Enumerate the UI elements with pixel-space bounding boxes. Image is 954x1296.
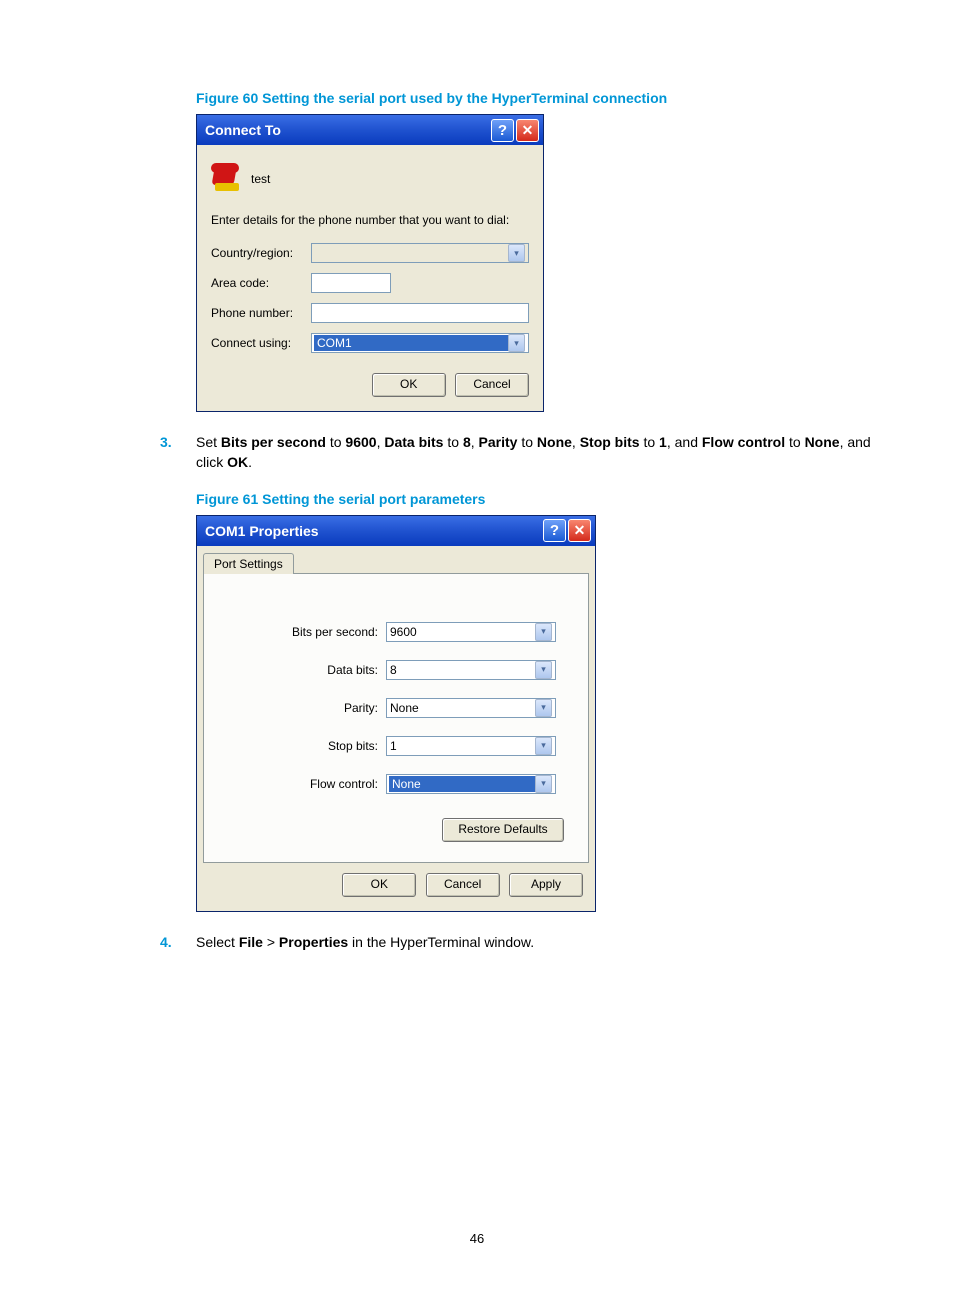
bps-label: Bits per second: <box>228 625 386 639</box>
chevron-down-icon: ▾ <box>535 661 552 679</box>
apply-button[interactable]: Apply <box>509 873 583 897</box>
cancel-button[interactable]: Cancel <box>426 873 500 897</box>
chevron-down-icon: ▾ <box>535 699 552 717</box>
country-combo[interactable]: ▾ <box>311 243 529 263</box>
chevron-down-icon: ▾ <box>508 334 525 352</box>
ok-button[interactable]: OK <box>372 373 446 397</box>
phone-icon <box>211 163 243 195</box>
close-button[interactable]: ✕ <box>568 519 591 542</box>
connect-to-dialog: Connect To ? ✕ test Enter details for th… <box>196 114 544 412</box>
connect-using-combo[interactable]: COM1 ▾ <box>311 333 529 353</box>
connect-to-titlebar: Connect To ? ✕ <box>197 115 543 145</box>
connect-to-instruction: Enter details for the phone number that … <box>211 213 529 227</box>
chevron-down-icon: ▾ <box>535 623 552 641</box>
area-code-input[interactable] <box>311 273 391 293</box>
phone-number-input[interactable] <box>311 303 529 323</box>
databits-label: Data bits: <box>228 663 386 677</box>
page-number: 46 <box>0 1231 954 1246</box>
port-settings-pane: Bits per second: 9600▾ Data bits: 8▾ Par… <box>203 573 589 863</box>
parity-label: Parity: <box>228 701 386 715</box>
step-4-text: Select File > Properties in the HyperTer… <box>196 932 874 952</box>
stopbits-label: Stop bits: <box>228 739 386 753</box>
connection-name: test <box>251 172 270 186</box>
flow-label: Flow control: <box>228 777 386 791</box>
flow-combo[interactable]: None▾ <box>386 774 556 794</box>
com1-title: COM1 Properties <box>205 523 541 539</box>
parity-combo[interactable]: None▾ <box>386 698 556 718</box>
country-label: Country/region: <box>211 246 311 260</box>
databits-combo[interactable]: 8▾ <box>386 660 556 680</box>
com1-properties-dialog: COM1 Properties ? ✕ Port Settings Bits p… <box>196 515 596 912</box>
bps-combo[interactable]: 9600▾ <box>386 622 556 642</box>
chevron-down-icon: ▾ <box>535 737 552 755</box>
area-code-label: Area code: <box>211 276 311 290</box>
figure-61-caption: Figure 61 Setting the serial port parame… <box>196 491 874 507</box>
step-4-number: 4. <box>160 932 196 952</box>
ok-button[interactable]: OK <box>342 873 416 897</box>
connect-to-title: Connect To <box>205 122 489 138</box>
com1-titlebar: COM1 Properties ? ✕ <box>197 516 595 546</box>
chevron-down-icon: ▾ <box>535 775 552 793</box>
figure-60-caption: Figure 60 Setting the serial port used b… <box>196 90 874 106</box>
restore-defaults-button[interactable]: Restore Defaults <box>442 818 564 842</box>
step-3: 3. Set Bits per second to 9600, Data bit… <box>160 432 874 473</box>
step-3-number: 3. <box>160 432 196 473</box>
connect-using-label: Connect using: <box>211 336 311 350</box>
close-button[interactable]: ✕ <box>516 119 539 142</box>
cancel-button[interactable]: Cancel <box>455 373 529 397</box>
step-4: 4. Select File > Properties in the Hyper… <box>160 932 874 952</box>
port-settings-tab[interactable]: Port Settings <box>203 553 294 574</box>
help-button[interactable]: ? <box>543 519 566 542</box>
chevron-down-icon: ▾ <box>508 244 525 262</box>
step-3-text: Set Bits per second to 9600, Data bits t… <box>196 432 874 473</box>
phone-number-label: Phone number: <box>211 306 311 320</box>
stopbits-combo[interactable]: 1▾ <box>386 736 556 756</box>
help-button[interactable]: ? <box>491 119 514 142</box>
